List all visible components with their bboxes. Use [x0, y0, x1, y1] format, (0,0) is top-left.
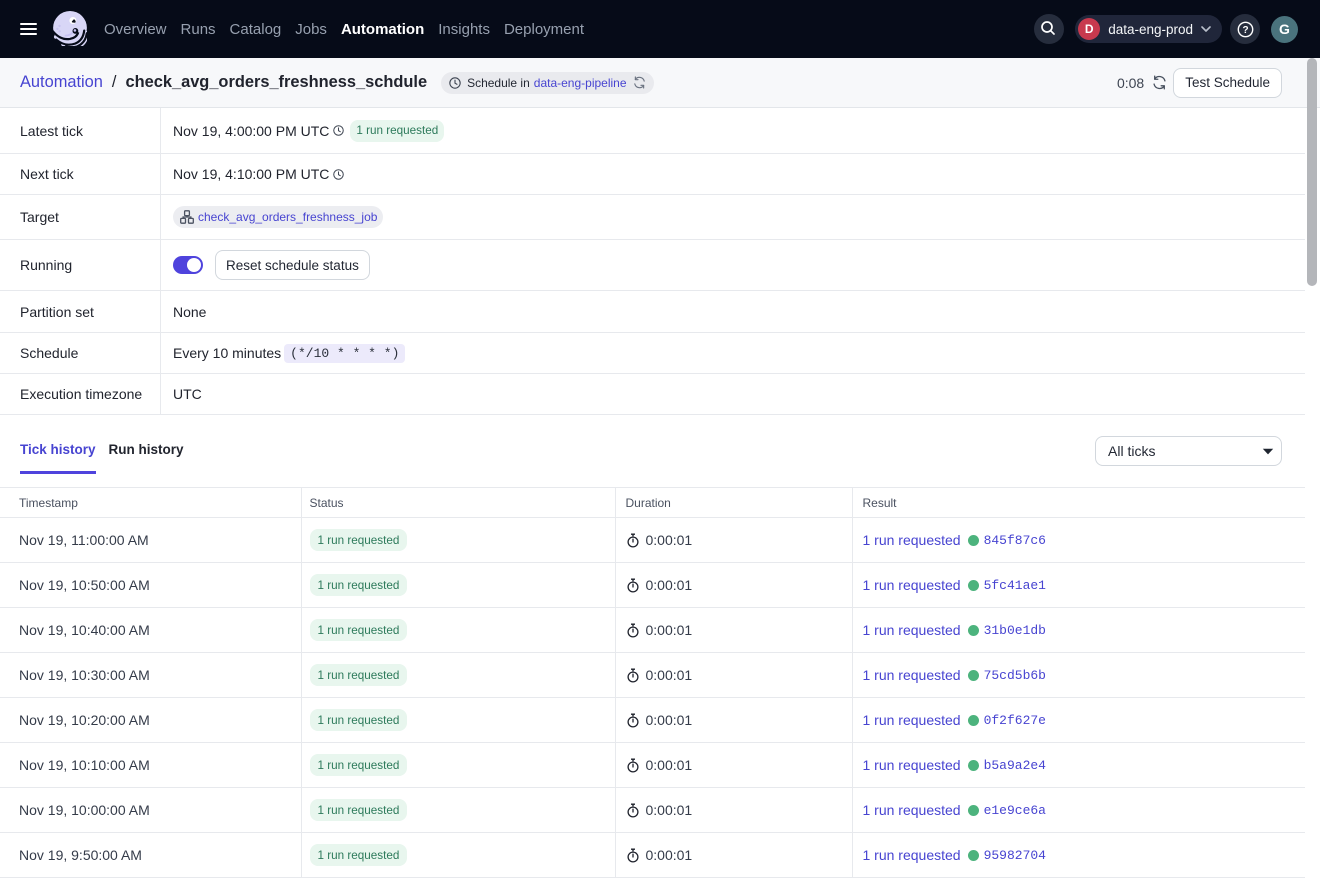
svg-text:?: ?: [1242, 25, 1248, 36]
